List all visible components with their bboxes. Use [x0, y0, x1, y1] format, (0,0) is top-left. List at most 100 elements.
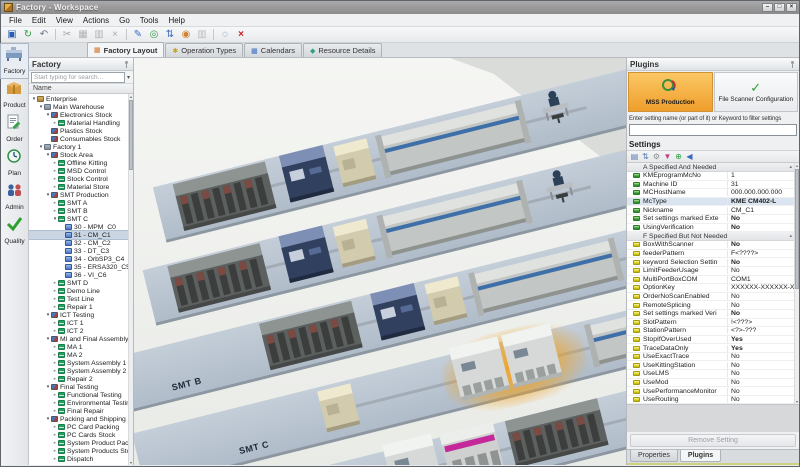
setting-row[interactable]: UseExactTraceNo [627, 353, 799, 362]
module-item-factory[interactable]: Factory [1, 44, 28, 78]
tree-scrollbar[interactable]: ▴ ▾ [128, 94, 133, 465]
setting-row[interactable]: feederPatternF<????> [627, 250, 799, 259]
setting-row[interactable]: Set settings marked VeriNo [627, 310, 799, 319]
setting-row[interactable]: McTypeKME CM402-L [627, 198, 799, 207]
pin-icon[interactable] [789, 61, 796, 68]
menu-item-edit[interactable]: Edit [27, 15, 51, 26]
tree-item-environmental-testing[interactable]: ▸Environmental Testing [29, 399, 133, 407]
tree-item-material-handling[interactable]: ▸Material Handling [29, 119, 133, 127]
bottom-tab-plugins[interactable]: Plugins [680, 450, 721, 462]
close-button[interactable]: × [786, 3, 797, 12]
tree-item-35-ersa320-c5[interactable]: 35 - ERSA320_C5 [29, 263, 133, 271]
tree-item-packing-and-shipping[interactable]: ▾Packing and Shipping [29, 415, 133, 423]
module-item-plan[interactable]: Plan [1, 146, 28, 180]
tree-item-dispatch[interactable]: ▸Dispatch [29, 455, 133, 463]
scroll-up-icon[interactable]: ▴ [795, 163, 799, 168]
tree-item-repair-2[interactable]: ▸Repair 2 [29, 375, 133, 383]
tree-item-ma-1[interactable]: ▸MA 1 [29, 343, 133, 351]
sort-az-icon[interactable]: ⇅ [640, 151, 651, 162]
tree-item-offline-kitting[interactable]: ▸Offline Kitting [29, 159, 133, 167]
tab-calendars[interactable]: ▦Calendars [244, 43, 302, 57]
tree-item-pc-card-packing[interactable]: ▸PC Card Packing [29, 423, 133, 431]
module-item-product[interactable]: Product [1, 78, 28, 112]
scroll-thumb[interactable] [795, 169, 799, 289]
setting-row[interactable]: UseModNo [627, 379, 799, 388]
menu-item-tools[interactable]: Tools [135, 15, 164, 26]
tree-item-smt-b[interactable]: ▸SMT B [29, 207, 133, 215]
tree-item-smt-c[interactable]: ▾SMT C [29, 215, 133, 223]
scroll-up-icon[interactable]: ▴ [129, 94, 133, 99]
remove-setting-button[interactable]: Remove Setting [630, 434, 796, 447]
edit-icon[interactable]: ✎ [131, 29, 145, 41]
tree-item-main-warehouse[interactable]: ▾Main Warehouse [29, 103, 133, 111]
tree-column-header[interactable]: Name [29, 84, 133, 94]
restore-button[interactable]: □ [774, 3, 785, 12]
gear-icon[interactable]: ⚙ [651, 151, 662, 162]
tree-item-smt-a[interactable]: ▸SMT A [29, 199, 133, 207]
factory-layout-3d-view[interactable]: SMT B SMT C [134, 58, 628, 465]
setting-row[interactable]: OptionKeyXXXXXX-XXXXXX-XXXXXX [627, 284, 799, 293]
tree-item-electronics-stock[interactable]: ▾Electronics Stock [29, 111, 133, 119]
tree-item-36-vi-c6[interactable]: 36 - VI_C6 [29, 271, 133, 279]
menu-item-go[interactable]: Go [114, 15, 135, 26]
setting-row[interactable]: LimitFeederUsageNo [627, 267, 799, 276]
module-item-quality[interactable]: Quality [1, 214, 28, 248]
tree-item-pc-cards-stock[interactable]: ▸PC Cards Stock [29, 431, 133, 439]
tree-item-factory-1[interactable]: ▾Factory 1 [29, 143, 133, 151]
setting-row[interactable]: TraceDataOnlyYes [627, 344, 799, 353]
tree-item-system-assembly-2[interactable]: ▸System Assembly 2 [29, 367, 133, 375]
tree-item-32-cm-c2[interactable]: 32 - CM_C2 [29, 239, 133, 247]
setting-row[interactable]: UseLMSNo [627, 370, 799, 379]
user-icon[interactable]: ◉ [179, 29, 193, 41]
tree-item-material-store[interactable]: ▸Material Store [29, 183, 133, 191]
settings-group-header[interactable]: F Specified But Not Needed▴ [627, 232, 799, 241]
setting-row[interactable]: UseKittingStationNo [627, 361, 799, 370]
tree-item-functional-testing[interactable]: ▸Functional Testing [29, 391, 133, 399]
tree-item-33-dt-c3[interactable]: 33 - DT_C3 [29, 247, 133, 255]
menu-item-view[interactable]: View [51, 15, 78, 26]
close-red-icon[interactable]: × [234, 29, 248, 41]
tree-item-mi-and-final-assembly[interactable]: ▾MI and Final Assembly [29, 335, 133, 343]
tree-item-smt-production[interactable]: ▾SMT Production [29, 191, 133, 199]
tree-item-enterprise[interactable]: ▾Enterprise [29, 95, 133, 103]
minimize-button[interactable]: – [762, 3, 773, 12]
delete-icon[interactable]: × [108, 29, 122, 41]
tree-item-stock-area[interactable]: ▾Stock Area [29, 151, 133, 159]
setting-row[interactable]: Machine ID31 [627, 181, 799, 190]
setting-row[interactable]: RemoteSplicingNo [627, 301, 799, 310]
plugin-button-file-scanner-configuration[interactable]: ✓File Scanner Configuration [714, 72, 799, 112]
setting-row[interactable]: StopIfOverUsedYes [627, 336, 799, 345]
tree-item-consumables-stock[interactable]: Consumables Stock [29, 135, 133, 143]
bottom-tab-properties[interactable]: Properties [630, 450, 678, 462]
zoom-icon[interactable]: ◌ [218, 29, 232, 41]
tree-item-system-assembly-1[interactable]: ▸System Assembly 1 [29, 359, 133, 367]
setting-row[interactable]: Set settings marked ExteNo [627, 215, 799, 224]
copy-icon[interactable]: ▦ [76, 29, 90, 41]
setting-row[interactable]: UsingVerificationNo [627, 224, 799, 233]
settings-scrollbar[interactable]: ▴▾ [794, 163, 799, 404]
back-icon[interactable]: ◀ [684, 151, 695, 162]
tree-item-plastics-stock[interactable]: Plastics Stock [29, 127, 133, 135]
save-icon[interactable]: ▣ [5, 29, 19, 41]
tree-item-system-product-packing[interactable]: ▸System Product Packing [29, 439, 133, 447]
sync-icon[interactable]: ⇅ [163, 29, 177, 41]
menu-item-file[interactable]: File [4, 15, 27, 26]
module-item-admin[interactable]: Admin [1, 180, 28, 214]
setting-row[interactable]: keyword Selection SettinNo [627, 258, 799, 267]
categorized-view-icon[interactable]: ▤ [629, 151, 640, 162]
setting-row[interactable]: UsePerformanceMonitorNo [627, 387, 799, 396]
tree-item-ict-testing[interactable]: ▾ICT Testing [29, 311, 133, 319]
scroll-down-icon[interactable]: ▾ [795, 399, 799, 404]
setting-row[interactable]: UseRoutingNo [627, 396, 799, 405]
publish-icon[interactable]: ◎ [147, 29, 161, 41]
tree-item-repair-1[interactable]: ▸Repair 1 [29, 303, 133, 311]
tree-item-ma-2[interactable]: ▸MA 2 [29, 351, 133, 359]
settings-filter-input[interactable] [629, 124, 797, 136]
tree-item-34-orbsp3-c4[interactable]: 34 - OrbSP3_C4 [29, 255, 133, 263]
setting-row[interactable]: MultiPortBoxCOMCOM1 [627, 276, 799, 285]
module-item-order[interactable]: Order [1, 112, 28, 146]
setting-row[interactable]: BoxWithScannerNo [627, 241, 799, 250]
add-setting-icon[interactable]: ⊕ [673, 151, 684, 162]
clipboard-icon[interactable]: ▥ [195, 29, 209, 41]
refresh-icon[interactable]: ↻ [21, 29, 35, 41]
